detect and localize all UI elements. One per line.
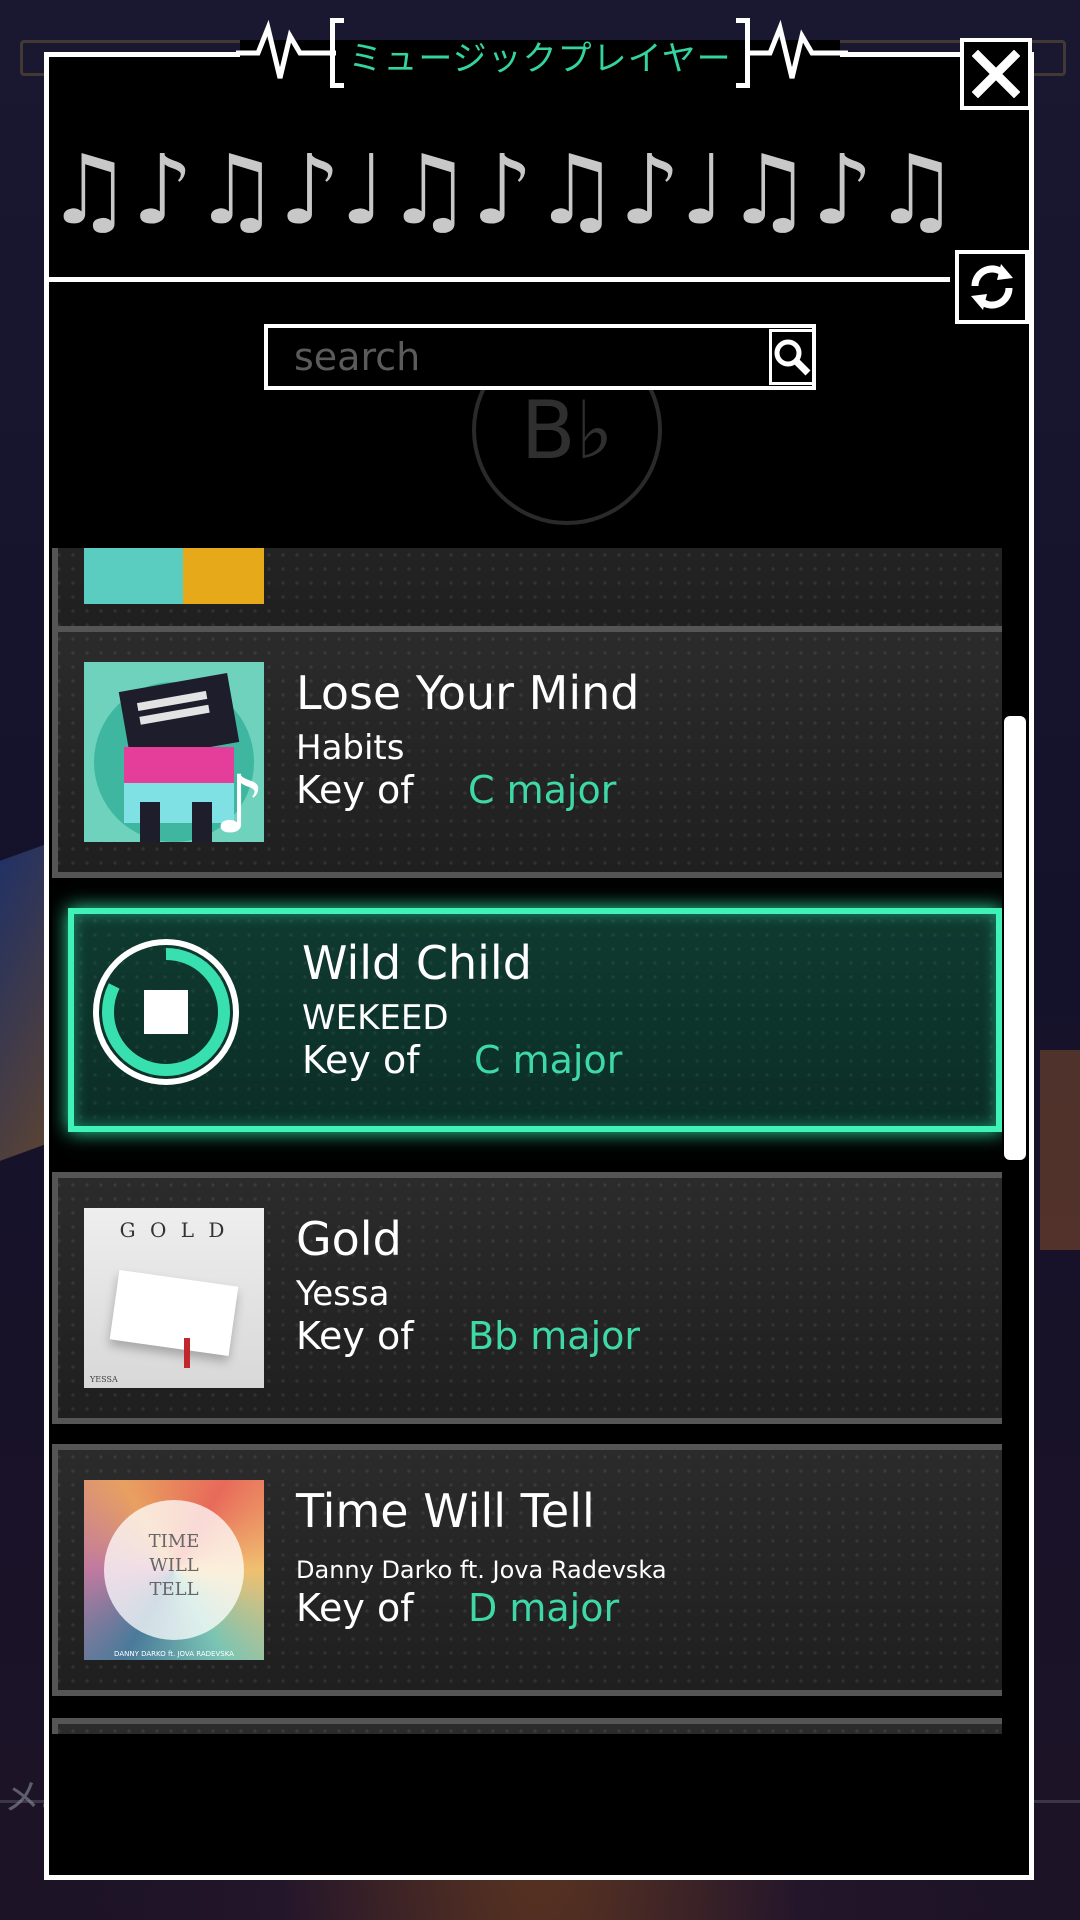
header-divider — [44, 277, 950, 282]
book-shape — [109, 1269, 239, 1357]
background-decoration-right — [1040, 1050, 1080, 1250]
cover-subtext: DANNY DARKO ft. JOVA RADEVSKA — [114, 1650, 234, 1658]
refresh-icon — [971, 264, 1013, 310]
svg-text:♪: ♪ — [214, 758, 264, 842]
song-list[interactable]: ♪ Lose Your Mind Habits Key of C major W… — [52, 548, 1018, 1734]
modal-title: ミュージックプレイヤー — [348, 38, 732, 79]
bookmark-shape — [184, 1338, 190, 1368]
search-button[interactable] — [769, 329, 815, 385]
song-title: Time Will Tell — [296, 1484, 595, 1538]
music-notes-decoration: ♫♪♫♪♩♫♪♫♪♩♫♪♫ — [46, 140, 960, 240]
song-artist: Danny Darko ft. Jova Radevska — [296, 1556, 667, 1584]
search-input[interactable] — [268, 327, 769, 387]
song-card-active[interactable]: Wild Child WEKEED Key of C major — [68, 908, 1002, 1132]
album-art-polygon: TIME WILL TELL DANNY DARKO ft. JOVA RADE… — [84, 1480, 264, 1660]
song-title: Gold — [296, 1212, 402, 1266]
song-key-label: Key of — [296, 1314, 414, 1358]
song-key-label: Key of — [296, 768, 414, 812]
search-icon — [774, 339, 811, 376]
song-card[interactable]: G O L D YESSA Gold Yessa Key of Bb major — [52, 1172, 1002, 1424]
song-key-label: Key of — [302, 1038, 420, 1082]
song-key: C major — [468, 768, 617, 812]
song-key: Bb major — [468, 1314, 641, 1358]
song-title: Wild Child — [302, 936, 532, 990]
refresh-button[interactable] — [955, 250, 1029, 324]
song-artist: Yessa — [296, 1274, 390, 1314]
scrollbar-thumb[interactable] — [1004, 716, 1026, 1160]
song-key-label: Key of — [296, 1586, 414, 1630]
song-card[interactable]: ♪ Lose Your Mind Habits Key of C major — [52, 626, 1002, 878]
cover-text: TIME WILL TELL — [148, 1531, 200, 1600]
song-key: C major — [474, 1038, 623, 1082]
song-card[interactable] — [52, 1718, 1002, 1734]
close-button[interactable] — [960, 38, 1032, 110]
song-artist: WEKEED — [302, 998, 449, 1038]
song-card[interactable]: TIME WILL TELL DANNY DARKO ft. JOVA RADE… — [52, 1444, 1002, 1696]
album-art-book: G O L D YESSA — [84, 1208, 264, 1388]
song-title: Lose Your Mind — [296, 666, 640, 720]
song-key: D major — [468, 1586, 620, 1630]
song-artist: Habits — [296, 728, 405, 768]
search-box — [264, 324, 816, 390]
close-icon — [972, 50, 1020, 98]
cover-subtext: YESSA — [90, 1375, 118, 1384]
stop-icon[interactable] — [86, 932, 246, 1092]
modal-header: ミュージックプレイヤー — [240, 10, 840, 100]
album-art-robot: ♪ — [84, 662, 264, 842]
album-art — [84, 548, 264, 604]
cover-text: G O L D — [119, 1218, 229, 1242]
